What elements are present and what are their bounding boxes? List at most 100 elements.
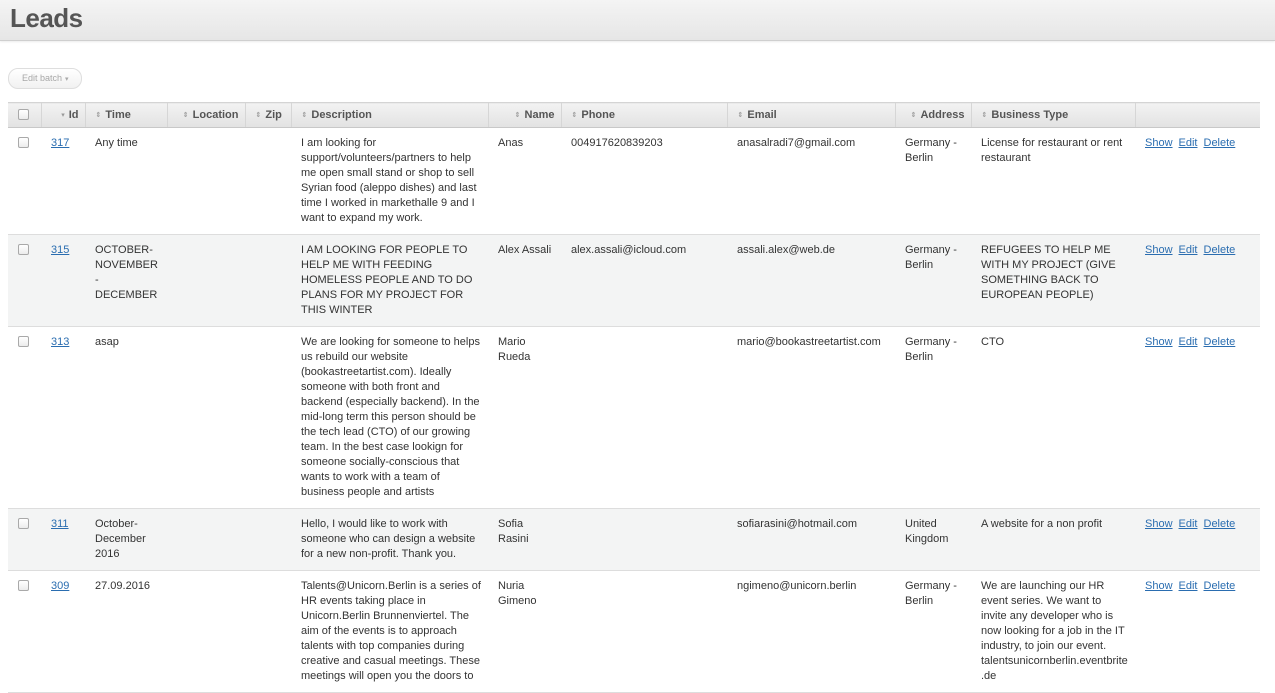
cell-id: 315 bbox=[41, 234, 85, 327]
show-link[interactable]: Show bbox=[1145, 580, 1173, 592]
cell-business-type: REFUGEES TO HELP ME WITH MY PROJECT (GIV… bbox=[971, 234, 1135, 327]
column-header-label: Address bbox=[920, 108, 965, 121]
column-header-address[interactable]: ⇕ Address bbox=[894, 102, 971, 128]
delete-link[interactable]: Delete bbox=[1204, 137, 1236, 149]
cell-address: United Kingdom bbox=[895, 508, 971, 571]
lead-id-link[interactable]: 315 bbox=[51, 244, 69, 256]
cell-email: sofiarasini@hotmail.com bbox=[727, 508, 895, 571]
column-header-label: Zip bbox=[265, 108, 282, 121]
cell-business-type: A website for a non profit bbox=[971, 508, 1135, 571]
cell-description: Talents@Unicorn.Berlin is a series of HR… bbox=[291, 570, 488, 693]
edit-link[interactable]: Edit bbox=[1179, 580, 1198, 592]
column-header-time[interactable]: ⇕ Time bbox=[84, 102, 167, 128]
column-header-label: Business Type bbox=[991, 108, 1069, 121]
row-select-cell bbox=[8, 234, 41, 327]
cell-location bbox=[167, 127, 245, 235]
cell-name: Sofia Rasini bbox=[488, 508, 561, 571]
row-checkbox[interactable] bbox=[18, 580, 29, 591]
column-header-location[interactable]: ⇕ Location bbox=[166, 102, 245, 128]
table-row: 313 asap We are looking for someone to h… bbox=[8, 326, 1260, 509]
cell-description: I am looking for support/volunteers/part… bbox=[291, 127, 488, 235]
cell-email: mario@bookastreetartist.com bbox=[727, 326, 895, 509]
lead-id-link[interactable]: 309 bbox=[51, 580, 69, 592]
cell-actions: Show Edit Delete bbox=[1135, 234, 1260, 327]
cell-time: October-December 2016 bbox=[85, 508, 167, 571]
show-link[interactable]: Show bbox=[1145, 137, 1173, 149]
cell-location bbox=[167, 570, 245, 693]
row-select-cell bbox=[8, 127, 41, 235]
sort-icon: ⇕ bbox=[301, 111, 308, 119]
edit-link[interactable]: Edit bbox=[1179, 244, 1198, 256]
select-all-checkbox[interactable] bbox=[18, 109, 29, 121]
cell-zip bbox=[245, 508, 291, 571]
edit-link[interactable]: Edit bbox=[1179, 518, 1198, 530]
column-header-description[interactable]: ⇕ Description bbox=[290, 102, 488, 128]
lead-id-link[interactable]: 317 bbox=[51, 137, 69, 149]
cell-location bbox=[167, 326, 245, 509]
table-body: 317 Any time I am looking for support/vo… bbox=[8, 127, 1260, 693]
cell-zip bbox=[245, 127, 291, 235]
show-link[interactable]: Show bbox=[1145, 518, 1173, 530]
page-title: Leads bbox=[10, 3, 83, 33]
cell-email: anasalradi7@gmail.com bbox=[727, 127, 895, 235]
cell-address: Germany - Berlin bbox=[895, 127, 971, 235]
cell-description: We are looking for someone to helps us r… bbox=[291, 326, 488, 509]
sort-icon: ⇕ bbox=[910, 111, 917, 119]
select-all-header bbox=[8, 102, 41, 128]
cell-actions: Show Edit Delete bbox=[1135, 508, 1260, 571]
column-header-label: Time bbox=[105, 108, 131, 121]
show-link[interactable]: Show bbox=[1145, 244, 1173, 256]
column-header-name[interactable]: ⇕ Name bbox=[487, 102, 561, 128]
cell-location bbox=[167, 508, 245, 571]
column-header-label: Email bbox=[747, 108, 777, 121]
cell-phone bbox=[561, 508, 727, 571]
cell-phone: alex.assali@icloud.com bbox=[561, 234, 727, 327]
cell-address: Germany - Berlin bbox=[895, 570, 971, 693]
table-header-row: ▾ Id ⇕ Time ⇕ Location ⇕ Zip ⇕ Description ⇕ N… bbox=[8, 102, 1260, 128]
edit-link[interactable]: Edit bbox=[1179, 137, 1198, 149]
sort-icon: ⇕ bbox=[95, 111, 102, 119]
cell-time: OCTOBER-NOVEMBER - DECEMBER bbox=[85, 234, 167, 327]
cell-name: Alex Assali bbox=[488, 234, 561, 327]
row-checkbox[interactable] bbox=[18, 244, 29, 255]
table-row: 317 Any time I am looking for support/vo… bbox=[8, 127, 1260, 235]
lead-id-link[interactable]: 311 bbox=[51, 518, 69, 530]
column-header-id[interactable]: ▾ Id bbox=[40, 102, 85, 128]
cell-zip bbox=[245, 326, 291, 509]
cell-phone bbox=[561, 570, 727, 693]
cell-id: 311 bbox=[41, 508, 85, 571]
delete-link[interactable]: Delete bbox=[1204, 336, 1236, 348]
delete-link[interactable]: Delete bbox=[1204, 580, 1236, 592]
cell-business-type: License for restaurant or rent restauran… bbox=[971, 127, 1135, 235]
lead-id-link[interactable]: 313 bbox=[51, 336, 69, 348]
cell-description: I AM LOOKING FOR PEOPLE TO HELP ME WITH … bbox=[291, 234, 488, 327]
column-header-phone[interactable]: ⇕ Phone bbox=[560, 102, 727, 128]
column-header-zip[interactable]: ⇕ Zip bbox=[244, 102, 291, 128]
delete-link[interactable]: Delete bbox=[1204, 244, 1236, 256]
column-header-business-type[interactable]: ⇕ Business Type bbox=[970, 102, 1135, 128]
edit-link[interactable]: Edit bbox=[1179, 336, 1198, 348]
cell-phone: 004917620839203 bbox=[561, 127, 727, 235]
cell-business-type: CTO bbox=[971, 326, 1135, 509]
column-header-email[interactable]: ⇕ Email bbox=[726, 102, 895, 128]
column-header-label: Phone bbox=[581, 108, 615, 121]
sort-icon: ⇕ bbox=[255, 111, 262, 119]
page-header: Leads bbox=[0, 0, 1275, 41]
cell-name: Mario Rueda bbox=[488, 326, 561, 509]
row-checkbox[interactable] bbox=[18, 336, 29, 347]
cell-time: 27.09.2016 bbox=[85, 570, 167, 693]
column-header-label: Id bbox=[68, 108, 79, 121]
sort-icon: ⇕ bbox=[737, 111, 744, 119]
row-checkbox[interactable] bbox=[18, 518, 29, 529]
sort-icon: ⇕ bbox=[182, 111, 189, 119]
cell-description: Hello, I would like to work with someone… bbox=[291, 508, 488, 571]
cell-address: Germany - Berlin bbox=[895, 234, 971, 327]
leads-table-container: ▾ Id ⇕ Time ⇕ Location ⇕ Zip ⇕ Description ⇕ N… bbox=[8, 102, 1260, 693]
delete-link[interactable]: Delete bbox=[1204, 518, 1236, 530]
show-link[interactable]: Show bbox=[1145, 336, 1173, 348]
cell-id: 309 bbox=[41, 570, 85, 693]
row-checkbox[interactable] bbox=[18, 137, 29, 148]
edit-batch-button[interactable]: Edit batch ▾ bbox=[8, 68, 82, 89]
edit-batch-label: Edit batch bbox=[22, 73, 63, 83]
column-header-actions bbox=[1134, 102, 1260, 128]
